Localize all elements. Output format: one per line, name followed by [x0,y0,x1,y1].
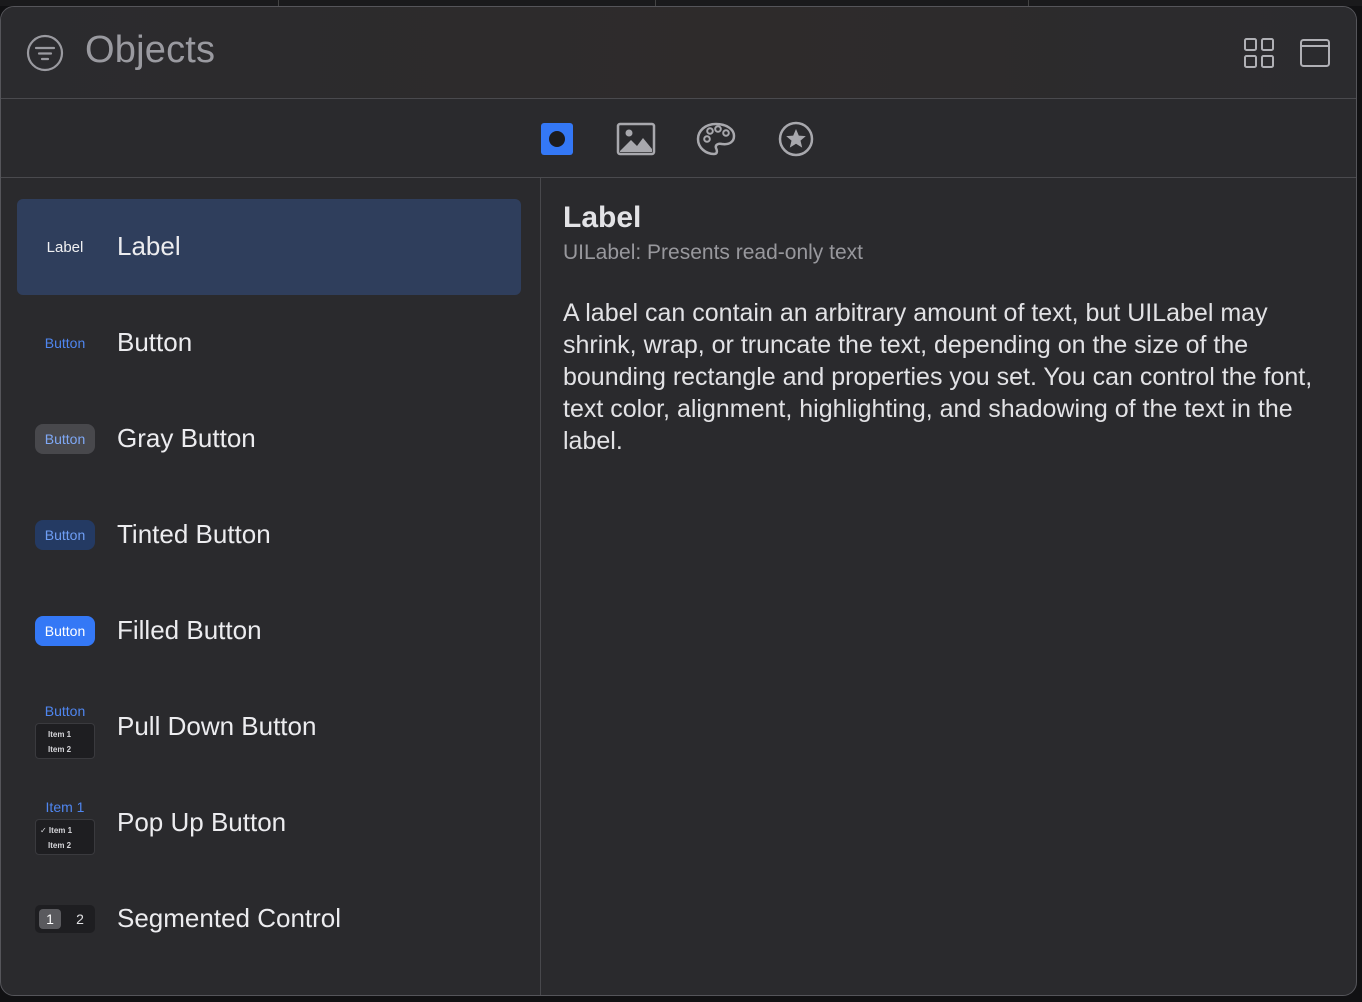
library-header: Objects [1,7,1356,99]
detail-description: A label can contain an arbitrary amount … [563,299,1313,455]
list-item-filled-button[interactable]: Button Filled Button [17,583,521,679]
gray-button-thumbnail: Button [35,391,95,487]
grid-view-icon[interactable] [1243,37,1275,69]
tab-objects-icon[interactable] [537,121,577,157]
tinted-button-thumbnail: Button [35,487,95,583]
list-item-pop-up-button[interactable]: Item 1 ✓ Item 1 Item 2 Pop Up Button [17,775,521,871]
list-item-gray-button[interactable]: Button Gray Button [17,391,521,487]
list-item-button[interactable]: Button Button [17,295,521,391]
library-tabs-bar [1,99,1356,178]
pop-up-button-thumbnail: Item 1 ✓ Item 1 Item 2 [35,797,95,857]
button-thumbnail: Button [35,295,95,391]
list-item-name: Label [117,231,181,261]
thumbnail-menu-item: Item 2 [48,841,72,850]
list-item-name: Pull Down Button [117,711,317,741]
object-library-window: Objects Label Label Button Button Button… [0,6,1357,996]
thumbnail-text: Button [35,424,95,454]
list-item-tinted-button[interactable]: Button Tinted Button [17,487,521,583]
thumbnail-menu: Item 1 Item 2 [35,723,95,759]
thumbnail-segment: 1 [39,909,61,929]
thumbnail-text: Label [46,239,84,256]
tab-image-icon[interactable] [616,121,656,157]
list-item-name: Pop Up Button [117,807,287,837]
list-item-label[interactable]: Label Label [17,199,521,295]
list-item-name: Gray Button [117,423,256,453]
thumbnail-text: Button [44,335,86,351]
segmented-control-thumbnail: 1 2 [35,871,95,967]
window-icon[interactable] [1299,37,1331,69]
thumbnail-segments: 1 2 [35,905,95,933]
tab-palette-icon[interactable] [696,121,736,157]
list-item-name: Segmented Control [117,903,342,933]
list-item-pull-down-button[interactable]: Button Item 1 Item 2 Pull Down Button [17,679,521,775]
thumbnail-text: Button [44,703,86,719]
list-item-name: Button [117,327,193,357]
detail-subtitle: UILabel: Presents read-only text [563,241,863,264]
object-list: Label Label Button Button Button Gray Bu… [1,178,541,995]
pull-down-button-thumbnail: Button Item 1 Item 2 [35,701,95,761]
detail-pane: Label UILabel: Presents read-only text A… [563,201,1323,457]
thumbnail-segment: 2 [76,911,84,927]
list-item-name: Filled Button [117,615,262,645]
thumbnail-menu: ✓ Item 1 Item 2 [35,819,95,855]
thumbnail-menu-item: Item 1 [48,730,72,739]
tab-star-icon[interactable] [776,121,816,157]
filter-icon[interactable] [26,34,64,72]
thumbnail-text: Button [35,520,95,550]
thumbnail-text: Item 1 [45,799,85,815]
list-item-name: Tinted Button [117,519,271,549]
label-thumbnail: Label [35,199,95,295]
library-title: Objects [85,29,216,71]
thumbnail-text: Button [35,616,95,646]
detail-title: Label [563,201,642,234]
list-item-segmented-control[interactable]: 1 2 Segmented Control [17,871,521,967]
filled-button-thumbnail: Button [35,583,95,679]
thumbnail-menu-item: ✓ Item 1 [40,826,73,835]
thumbnail-menu-item: Item 2 [48,745,72,754]
